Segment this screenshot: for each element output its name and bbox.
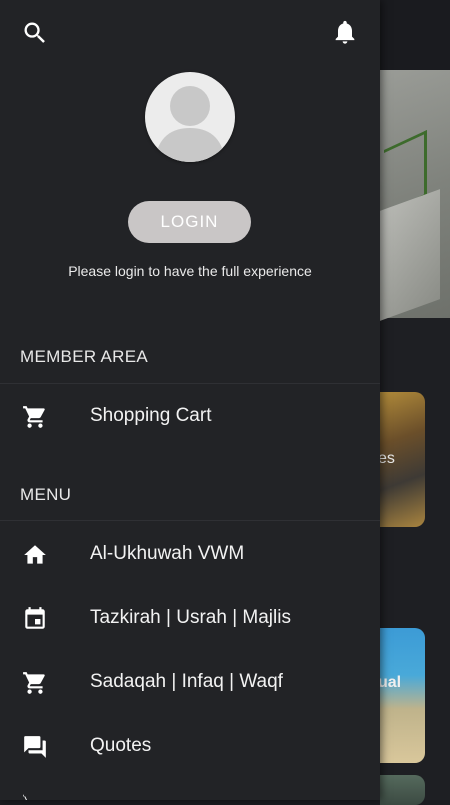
menu-item-quotes[interactable]: Quotes xyxy=(0,718,380,774)
menu-item-shopping-cart[interactable]: Shopping Cart xyxy=(0,388,380,444)
menu-item-label: Shopping Cart xyxy=(90,405,212,426)
divider xyxy=(0,520,380,521)
notification-bell-icon[interactable] xyxy=(331,18,359,46)
menu-item-label: Tazkirah | Usrah | Majlis xyxy=(90,607,291,628)
background-hero-image xyxy=(380,70,450,321)
search-icon[interactable] xyxy=(21,19,49,47)
menu-item-label: Sadaqah | Infaq | Waqf xyxy=(90,671,283,692)
chat-icon xyxy=(24,736,46,758)
background-card[interactable]: es xyxy=(380,392,425,527)
section-title-member-area: MEMBER AREA xyxy=(20,347,148,366)
home-icon xyxy=(24,545,46,564)
calendar-icon xyxy=(25,607,45,629)
cart-icon xyxy=(23,794,27,800)
user-placeholder-icon xyxy=(155,86,225,162)
menu-item-partial[interactable] xyxy=(0,782,380,800)
background-card[interactable]: ual xyxy=(380,628,425,763)
login-button[interactable]: LOGIN xyxy=(128,201,251,243)
menu-item-label: Quotes xyxy=(90,735,152,756)
cart-icon xyxy=(23,672,45,694)
menu-item-tazkirah[interactable]: Tazkirah | Usrah | Majlis xyxy=(0,590,380,646)
background-card[interactable] xyxy=(380,775,425,805)
navigation-drawer: LOGIN Please login to have the full expe… xyxy=(0,0,380,800)
menu-item-label: Al-Ukhuwah VWM xyxy=(90,543,245,564)
menu-item-sadaqah[interactable]: Sadaqah | Infaq | Waqf xyxy=(0,654,380,710)
background-card-title: ual xyxy=(380,674,402,691)
menu-item-al-ukhuwah[interactable]: Al-Ukhuwah VWM xyxy=(0,526,380,582)
login-message: Please login to have the full experience xyxy=(68,263,312,279)
divider xyxy=(0,383,380,384)
section-title-menu: MENU xyxy=(20,485,72,504)
cart-icon xyxy=(23,406,45,428)
background-card-title: es xyxy=(380,450,395,467)
avatar[interactable] xyxy=(145,72,235,162)
